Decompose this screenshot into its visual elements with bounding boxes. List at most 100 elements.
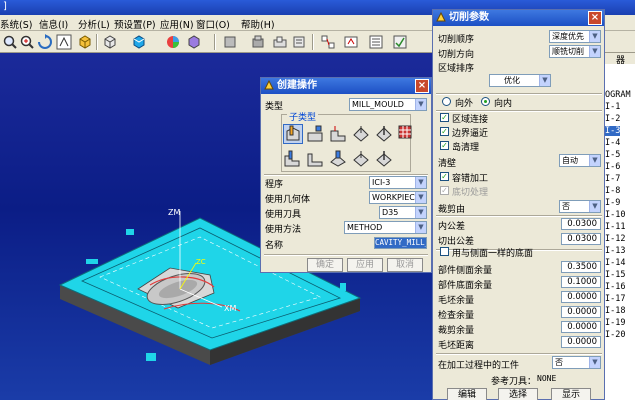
outward-radio[interactable] xyxy=(442,97,451,106)
replay-path-icon[interactable] xyxy=(343,34,359,50)
check-stock-input[interactable]: 0.0000 xyxy=(561,306,601,318)
navigator-item-program[interactable]: OGRAM xyxy=(605,90,631,100)
toolbar-separator xyxy=(96,34,98,50)
method-select[interactable]: METHOD ▼ xyxy=(344,221,427,234)
program-select[interactable]: ICI-3 ▼ xyxy=(369,176,427,189)
trim-by-select[interactable]: 否 ▼ xyxy=(559,200,601,213)
tool-select[interactable]: D35 ▼ xyxy=(379,206,427,219)
cut-parameters-titlebar[interactable]: 切削参数 × xyxy=(433,10,604,26)
rest-mill-icon[interactable] xyxy=(375,125,393,143)
layer-icon[interactable] xyxy=(186,34,202,50)
corner-rough-icon[interactable] xyxy=(352,125,370,143)
edit-button[interactable]: 编辑 xyxy=(447,388,487,400)
navigator-item[interactable]: I-6 xyxy=(605,162,620,172)
inward-radio[interactable] xyxy=(481,97,490,106)
tool-icon[interactable] xyxy=(250,34,266,50)
navigator-item[interactable]: I-17 xyxy=(605,294,625,304)
blank-stock-input[interactable]: 0.0000 xyxy=(561,291,601,303)
floor-stock-input[interactable]: 0.1000 xyxy=(561,276,601,288)
navigator-item-selected[interactable]: I-3 xyxy=(605,126,621,136)
same-floor-checkbox[interactable] xyxy=(440,247,449,256)
fixed-contour-icon[interactable] xyxy=(329,150,347,168)
name-input[interactable]: CAVITY_MILL_ xyxy=(374,237,427,249)
navigator-item[interactable]: I-15 xyxy=(605,270,625,280)
menu-analysis[interactable]: 分析(L) xyxy=(78,17,110,31)
display-button[interactable]: 显示 xyxy=(551,388,591,400)
wall-clean-select[interactable]: 自动 ▼ xyxy=(559,154,601,167)
navigator-item[interactable]: I-12 xyxy=(605,234,625,244)
close-button[interactable]: × xyxy=(415,79,429,93)
view-orient-icon[interactable] xyxy=(102,34,118,50)
navigator-item[interactable]: I-11 xyxy=(605,222,625,232)
menu-application[interactable]: 应用(N) xyxy=(160,17,194,31)
cut-direction-select[interactable]: 顺铣切削 ▼ xyxy=(549,45,601,58)
cancel-button[interactable]: 取消 xyxy=(387,258,423,272)
menu-help[interactable]: 帮助(H) xyxy=(241,17,275,31)
cut-order-select[interactable]: 深度优先 ▼ xyxy=(549,30,601,43)
navigator-item[interactable]: I-18 xyxy=(605,306,625,316)
divider xyxy=(436,93,602,95)
navigator-item[interactable]: I-10 xyxy=(605,210,625,220)
navigator-item[interactable]: I-4 xyxy=(605,138,620,148)
tolerant-machining-label: 容错加工 xyxy=(452,174,489,184)
trim-by-value: 否 xyxy=(562,202,570,211)
create-operation-titlebar[interactable]: 创建操作 × xyxy=(261,78,431,94)
geometry-icon[interactable] xyxy=(272,34,288,50)
type-label: 类型 xyxy=(265,102,284,112)
region-sort-select[interactable]: 优化 ▼ xyxy=(489,74,551,87)
navigator-item[interactable]: I-8 xyxy=(605,186,620,196)
ok-button[interactable]: 确定 xyxy=(307,258,343,272)
contour-area-icon[interactable] xyxy=(352,150,370,168)
pan-icon[interactable] xyxy=(56,34,72,50)
cavity-mill-icon[interactable] xyxy=(283,124,303,144)
navigator-item[interactable]: I-7 xyxy=(605,174,620,184)
menu-system[interactable]: 系统(S) xyxy=(0,17,32,31)
boundary-approx-checkbox[interactable]: ✓ xyxy=(440,127,449,136)
method-icon[interactable] xyxy=(291,34,307,50)
region-connect-checkbox[interactable]: ✓ xyxy=(440,113,449,122)
tolerant-machining-checkbox[interactable]: ✓ xyxy=(440,172,449,181)
flowcut-icon[interactable] xyxy=(375,150,393,168)
outtol-input[interactable]: 0.0300 xyxy=(561,233,601,245)
rotate-icon[interactable] xyxy=(37,34,53,50)
select-button[interactable]: 选择 xyxy=(498,388,538,400)
navigator-item[interactable]: I-14 xyxy=(605,258,625,268)
type-select[interactable]: MILL_MOULD ▼ xyxy=(349,98,427,111)
shaded-view-icon[interactable] xyxy=(77,34,93,50)
menu-window[interactable]: 窗口(O) xyxy=(196,17,230,31)
generate-path-icon[interactable] xyxy=(320,34,336,50)
plunge-mill-icon[interactable] xyxy=(329,125,347,143)
navigator-item[interactable]: I-13 xyxy=(605,246,625,256)
blank-distance-input[interactable]: 0.0000 xyxy=(561,336,601,348)
zoom-icon[interactable] xyxy=(2,34,18,50)
navigator-item[interactable]: I-2 xyxy=(605,114,620,124)
program-select-value: ICI-3 xyxy=(372,178,391,187)
island-clean-checkbox[interactable]: ✓ xyxy=(440,141,449,150)
grid-mill-icon[interactable] xyxy=(398,125,412,139)
ipw-select[interactable]: 否 ▼ xyxy=(552,356,601,369)
operation-icon[interactable] xyxy=(222,34,238,50)
navigator-item[interactable]: I-9 xyxy=(605,198,620,208)
list-path-icon[interactable] xyxy=(368,34,384,50)
navigator-item[interactable]: I-1 xyxy=(605,102,620,112)
geometry-select[interactable]: WORKPIECE ▼ xyxy=(369,191,427,204)
navigator-item[interactable]: I-20 xyxy=(605,330,625,340)
menu-preferences[interactable]: 预设置(P) xyxy=(114,17,156,31)
navigator-item[interactable]: I-16 xyxy=(605,282,625,292)
menu-info[interactable]: 信息(I) xyxy=(39,17,68,31)
navigator-item[interactable]: I-5 xyxy=(605,150,620,160)
zlevel-follow-icon[interactable] xyxy=(306,125,324,143)
verify-path-icon[interactable] xyxy=(392,34,408,50)
apply-button[interactable]: 应用 xyxy=(347,258,383,272)
render-style-icon[interactable] xyxy=(131,34,147,50)
zoom-in-icon[interactable] xyxy=(19,34,35,50)
zlevel-profile-icon[interactable] xyxy=(283,150,301,168)
zlevel-corner-icon[interactable] xyxy=(306,150,324,168)
trim-stock-input[interactable]: 0.0000 xyxy=(561,321,601,333)
intol-input[interactable]: 0.0300 xyxy=(561,218,601,230)
color-icon[interactable] xyxy=(165,34,181,50)
close-button[interactable]: × xyxy=(588,11,602,25)
navigator-item[interactable]: I-19 xyxy=(605,318,625,328)
undercut-checkbox[interactable]: ✓ xyxy=(440,186,449,195)
side-stock-input[interactable]: 0.3500 xyxy=(561,261,601,273)
